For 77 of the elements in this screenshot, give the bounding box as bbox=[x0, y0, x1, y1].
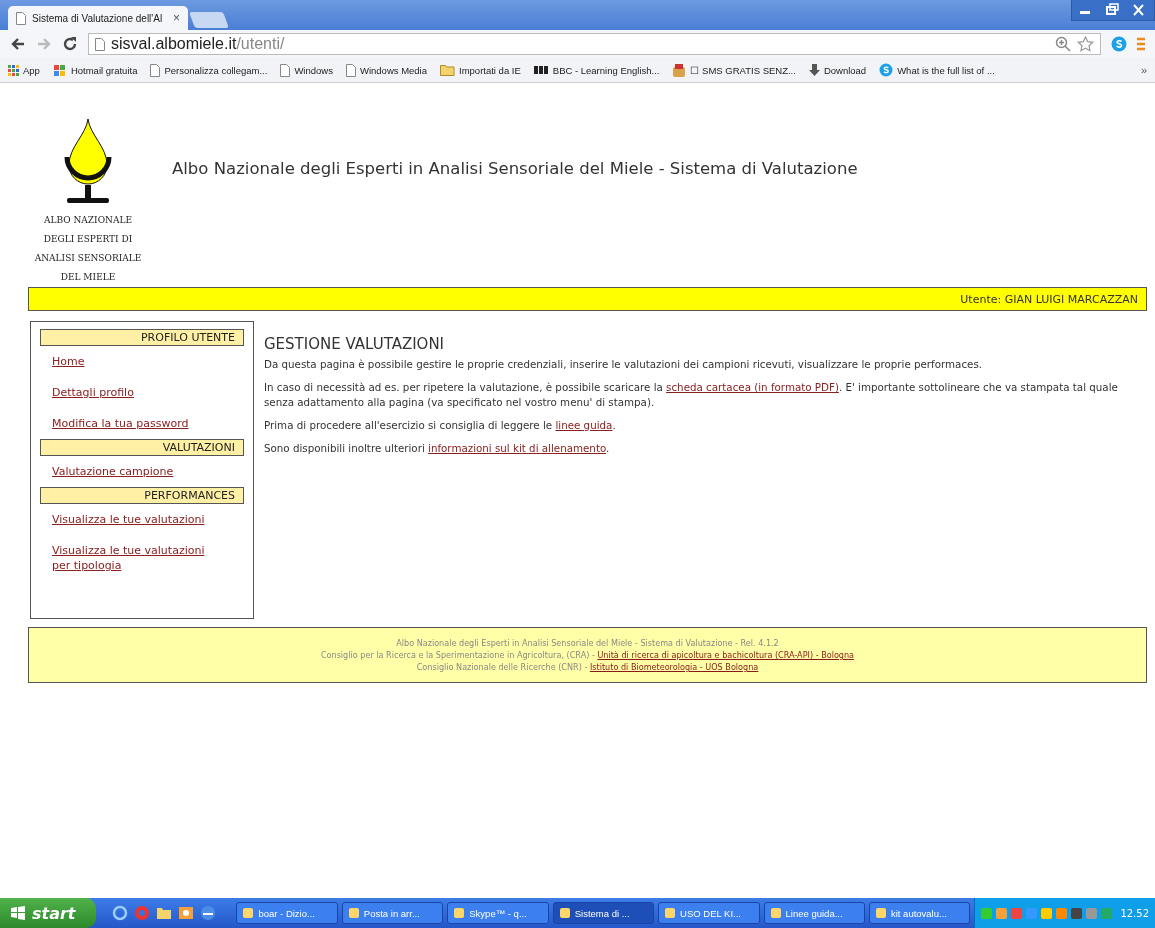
close-tab-button[interactable]: × bbox=[173, 11, 180, 25]
page-heading: GESTIONE VALUTAZIONI bbox=[264, 335, 446, 353]
zoom-icon[interactable] bbox=[1055, 36, 1071, 52]
bookmark[interactable]: Importati da IE bbox=[440, 64, 521, 76]
folder-icon bbox=[440, 64, 455, 76]
taskbar-button[interactable]: Skype™ - q... bbox=[447, 902, 549, 924]
taskbar-button[interactable]: USO DEL KI... bbox=[658, 902, 760, 924]
address-bar[interactable]: sisval.albomiele.it/utenti/ bbox=[88, 33, 1101, 55]
browser-tab[interactable]: Sistema di Valutazione dell'Al × bbox=[8, 6, 188, 30]
reload-icon[interactable] bbox=[62, 36, 78, 52]
taskbar-button[interactable]: Posta in arr... bbox=[341, 902, 444, 924]
sidebar-link[interactable]: Visualizza le tue valutazioni per tipologia bbox=[40, 535, 217, 581]
link[interactable]: Istituto di Biometeorologia - UOS Bologna bbox=[589, 662, 759, 672]
sidebar-link[interactable]: Valutazione campione bbox=[40, 456, 186, 487]
bookmark[interactable]: Hotmail gratuita bbox=[52, 63, 138, 77]
logo-text: ANALISI SENSORIALE bbox=[34, 252, 142, 265]
tray-icon[interactable] bbox=[1011, 907, 1023, 919]
paragraph: Sono disponibili inoltre ulteriori informazioni sul kit di allenamento. bbox=[264, 441, 611, 456]
paragraph: In caso di necessità ad es. per ripetere la valutazione, è possibile scaricare la scheda cartacea (in formato PDF). E' importante sottolineare che va stampata tal quale senza adattamento alla pagina (va specificato nel vostro menu' di stampa). bbox=[264, 380, 1119, 410]
page-icon bbox=[150, 63, 161, 77]
user-name: Utente: GIAN LUIGI MARCAZZAN bbox=[960, 292, 1138, 306]
tray-icon[interactable] bbox=[1041, 907, 1053, 919]
taskbar-button[interactable]: kit autovalu... bbox=[868, 902, 971, 924]
windows-logo-icon bbox=[52, 63, 67, 77]
star-icon[interactable] bbox=[1077, 36, 1094, 52]
page-icon bbox=[95, 37, 105, 51]
sidebar-heading: VALUTAZIONI bbox=[40, 439, 244, 456]
paragraph: Prima di procedere all'esercizio si consiglia di leggere le linee guida. bbox=[264, 418, 617, 433]
footer-text: Consiglio per la Ricerca e la Sperimentazione in Agricoltura, (CRA) - Unità di ricerca di apicoltura e bachicoltura (CRA-API) - Bologna bbox=[320, 649, 855, 661]
footer-text: Albo Nazionale degli Esperti in Analisi Sensoriale del Miele - Sistema di Valutazione - Rel. 4.1.2 bbox=[396, 637, 779, 649]
bookmark[interactable]: App bbox=[8, 64, 40, 76]
bookmark[interactable]: What is the full list of ... bbox=[879, 63, 995, 77]
footer-text: Consiglio Nazionale delle Ricerche (CNR) - Istituto di Biometeorologia - UOS Bologna bbox=[416, 661, 759, 673]
bookmark[interactable]: Windows bbox=[280, 63, 333, 77]
bookmark[interactable]: Windows Media bbox=[345, 63, 427, 77]
forward-icon[interactable] bbox=[36, 36, 52, 52]
link[interactable]: Unità di ricerca di apicoltura e bachicoltura (CRA-API) - Bologna bbox=[597, 650, 855, 660]
taskbar-button[interactable]: Sistema di ... bbox=[552, 902, 655, 924]
sidebar-heading: PROFILO UTENTE bbox=[40, 329, 244, 346]
taskbar-button[interactable]: Linee guida... bbox=[763, 902, 865, 924]
sidebar-link[interactable]: Visualizza le tue valutazioni bbox=[40, 504, 217, 535]
new-tab-button[interactable] bbox=[189, 12, 229, 28]
logo-text: ALBO NAZIONALE bbox=[44, 214, 132, 227]
windows-logo-icon bbox=[10, 906, 26, 920]
skype-icon[interactable] bbox=[1111, 36, 1127, 52]
browser-icon[interactable] bbox=[112, 905, 129, 921]
paragraph: Da questa pagina è possibile gestire le proprie credenziali, inserire le valutazioni dei campioni ricevuti, visualizzare le proprie performaces. bbox=[264, 357, 984, 372]
blocks-icon bbox=[533, 66, 549, 74]
download-icon bbox=[808, 63, 820, 77]
mail-icon[interactable] bbox=[178, 905, 195, 921]
taskbar-button[interactable]: boar - Dizio... bbox=[236, 902, 338, 924]
bookmark[interactable]: BBC - Learning English... bbox=[533, 64, 660, 76]
apps-grid-icon bbox=[8, 64, 19, 76]
logo-text: DEL MIELE bbox=[60, 271, 116, 284]
page-icon bbox=[16, 11, 26, 25]
sidebar-link[interactable]: Dettagli profilo bbox=[40, 377, 146, 408]
bookmark[interactable]: Download bbox=[808, 63, 867, 77]
page-icon bbox=[280, 63, 291, 77]
bookmark[interactable]: Personalizza collegam... bbox=[150, 63, 268, 77]
clock: 12.52 bbox=[1120, 907, 1149, 919]
page-icon bbox=[345, 63, 356, 77]
bag-icon bbox=[672, 62, 687, 78]
tray-icon[interactable] bbox=[996, 907, 1008, 919]
site-title: Albo Nazionale degli Esperti in Analisi Sensoriale del Miele - Sistema di Valutazione bbox=[172, 159, 858, 178]
tray-icon[interactable] bbox=[1071, 907, 1083, 919]
menu-icon[interactable] bbox=[1137, 37, 1145, 51]
sidebar-link[interactable]: Home bbox=[40, 346, 97, 377]
bookmark[interactable]: ☐ SMS GRATIS SENZ... bbox=[672, 62, 796, 78]
browser-icon[interactable] bbox=[200, 905, 217, 921]
sidebar-heading: PERFORMANCES bbox=[40, 487, 244, 504]
more-bookmarks-button[interactable]: » bbox=[1140, 64, 1147, 76]
back-icon[interactable] bbox=[10, 36, 26, 52]
logo-text: DEGLI ESPERTI DI bbox=[43, 233, 133, 246]
skype-icon bbox=[879, 63, 894, 77]
link[interactable]: scheda cartacea (in formato PDF) bbox=[666, 381, 839, 393]
sidebar-link[interactable]: Modifica la tua password bbox=[40, 408, 201, 439]
folder-icon[interactable] bbox=[156, 905, 173, 921]
